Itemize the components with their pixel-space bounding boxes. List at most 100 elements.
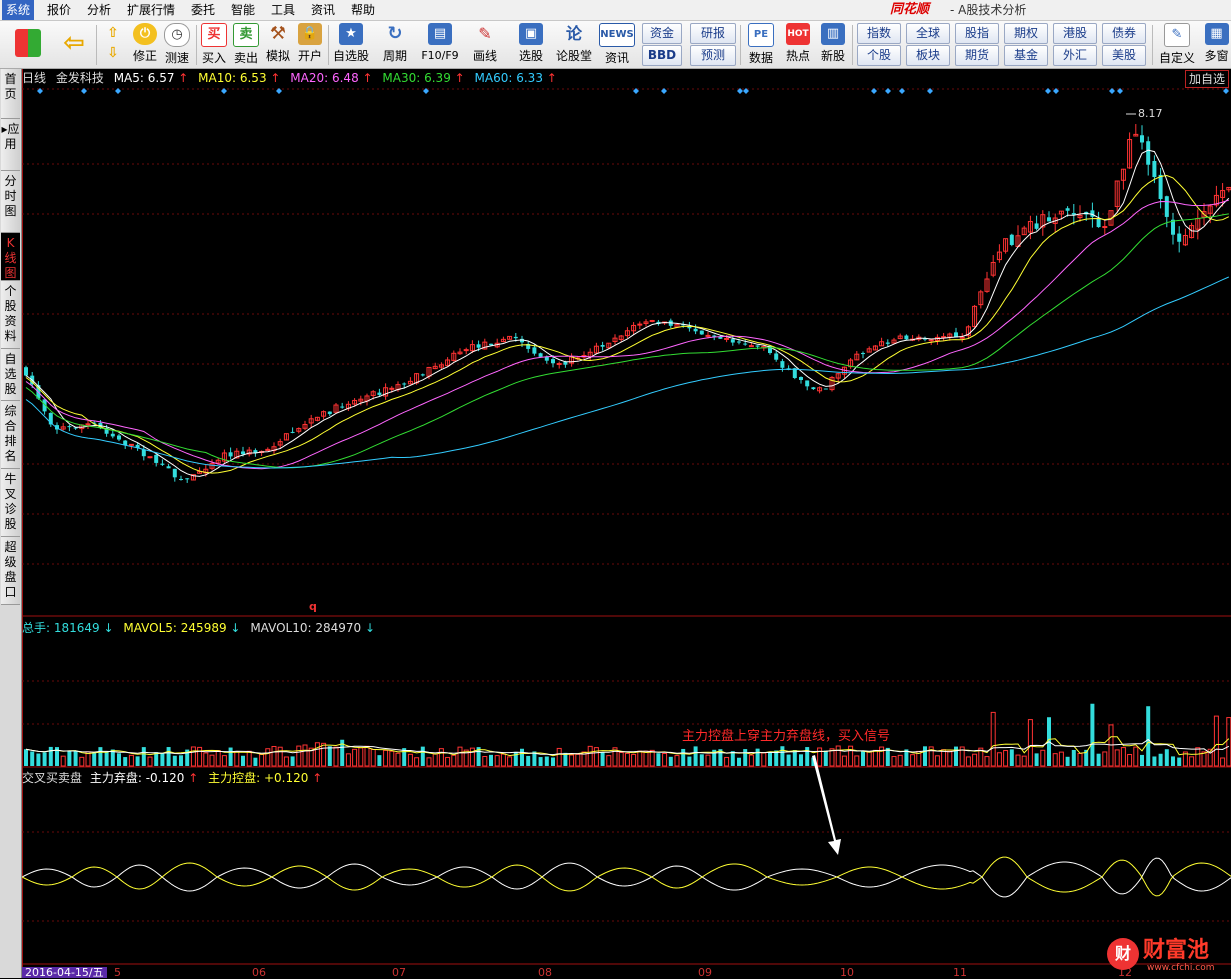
volume-bar-up [321, 742, 327, 767]
volume-bar-down [693, 746, 698, 766]
buy-button[interactable]: 买 买入 [199, 23, 229, 67]
total-volume: 总手: 181649 ↓ [22, 621, 114, 635]
simulate-button[interactable]: ⚒ 模拟 [263, 23, 293, 67]
fix-button[interactable]: ⏻ 修正 [130, 23, 160, 67]
menu-quote[interactable]: 报价 [43, 0, 75, 20]
multi-window-button[interactable]: ▦ 多窗 [1202, 23, 1231, 67]
index-button[interactable]: 指数 [857, 23, 901, 44]
menu-extended-market[interactable]: 扩展行情 [123, 0, 179, 20]
stock-picker-button[interactable]: ▣ 选股 [510, 23, 552, 67]
volume-bar-up [221, 755, 227, 767]
capital-button[interactable]: 资金 [642, 23, 682, 44]
candle-body-down [1096, 218, 1101, 228]
tab-home[interactable]: 首页 [1, 69, 20, 119]
f10-button[interactable]: ▤ F10/F9 [418, 23, 462, 67]
watchlist-button[interactable]: ★ 自选股 [331, 23, 371, 67]
kline-chart-canvas[interactable] [22, 69, 1231, 978]
layout-button[interactable] [8, 23, 48, 67]
candle-body-down [811, 387, 816, 390]
options-button[interactable]: 期权 [1004, 23, 1048, 44]
tab-kline[interactable]: K线图 [1, 233, 20, 281]
candle-body-down [1034, 223, 1039, 229]
tab-diagnosis[interactable]: 牛叉诊股 [1, 469, 20, 537]
volume-bar-up [438, 748, 444, 767]
menu-help[interactable]: 帮助 [347, 0, 379, 20]
volume-bar-down [36, 753, 41, 766]
menu-system[interactable]: 系统 [2, 0, 35, 20]
volume-header: 总手: 181649 ↓ MAVOL5: 245989 ↓ MAVOL10: 2… [22, 620, 381, 636]
volume-bar-up [283, 756, 289, 767]
draw-line-button[interactable]: ✎ 画线 [466, 23, 504, 67]
forum-button[interactable]: 论 论股堂 [554, 23, 594, 67]
hotspot-button[interactable]: HOT 热点 [781, 23, 815, 67]
pencil-icon: ✎ [478, 24, 492, 43]
multi-window-icon: ▦ [1204, 23, 1229, 45]
forecast-button[interactable]: 预测 [690, 45, 736, 66]
customize-button[interactable]: ✎ 自定义 [1156, 23, 1198, 67]
open-account-button[interactable]: 🔒 开户 [295, 23, 325, 67]
candle-body-down [823, 388, 828, 390]
candle-body-down [600, 344, 605, 347]
back-button[interactable]: ⇦ [56, 23, 92, 67]
add-to-watchlist-button[interactable]: 加自选 [1184, 70, 1229, 88]
menu-analysis[interactable]: 分析 [83, 0, 115, 20]
volume-bar-up [215, 750, 221, 767]
speed-test-button[interactable]: ◷ 测速 [162, 23, 192, 67]
menu-news[interactable]: 资讯 [307, 0, 339, 20]
global-button[interactable]: 全球 [906, 23, 950, 44]
tab-super-quote[interactable]: 超级盘口 [1, 537, 20, 605]
bond-button[interactable]: 债券 [1102, 23, 1146, 44]
new-stock-button[interactable]: ▥ 新股 [816, 23, 850, 67]
news-button[interactable]: NEWS 资讯 [598, 23, 636, 67]
tab-apps[interactable]: ▸应用 [1, 119, 20, 171]
research-button[interactable]: 研报 [690, 23, 736, 44]
menu-tools[interactable]: 工具 [267, 0, 299, 20]
candle-body-up [85, 423, 91, 426]
sector-button[interactable]: 板块 [906, 45, 950, 66]
chart-area[interactable]: 日线 金发科技 MA5: 6.57 ↑ MA10: 6.53 ↑ MA20: 6… [22, 69, 1231, 978]
volume-bar-down [42, 752, 47, 766]
volume-bar-up [947, 750, 953, 767]
candle-body-down [67, 426, 72, 428]
tab-stock-profile[interactable]: 个股资料 [1, 281, 20, 349]
candle-body-down [1152, 160, 1157, 178]
tab-watchlist[interactable]: 自选股 [1, 349, 20, 401]
candle-body-down [737, 341, 741, 343]
signal-diamond-marker [885, 88, 891, 94]
forex-button[interactable]: 外汇 [1053, 45, 1097, 66]
ma60-value: MA60: 6.33 ↑ [474, 71, 557, 85]
candle-body-down [799, 376, 803, 381]
fund-button[interactable]: 基金 [1004, 45, 1048, 66]
star-icon: ★ [339, 23, 363, 45]
volume-bar-up [637, 750, 643, 767]
tab-intraday[interactable]: 分时图 [1, 171, 20, 233]
volume-bar-up [302, 744, 308, 767]
volume-bar-down [241, 755, 245, 766]
hk-stock-button[interactable]: 港股 [1053, 23, 1097, 44]
candle-body-down [904, 335, 909, 340]
us-stock-button[interactable]: 美股 [1102, 45, 1146, 66]
customize-icon: ✎ [1164, 23, 1190, 47]
ma30-line [25, 213, 1229, 469]
watermark-logo-icon: 财 [1107, 938, 1139, 970]
stock-index-button[interactable]: 股指 [955, 23, 999, 44]
candle-body-up [959, 336, 965, 339]
sell-button[interactable]: 卖 卖出 [231, 23, 261, 67]
volume-bar-up [203, 752, 209, 767]
volume-bar-up [996, 752, 1002, 767]
volume-bar-up [1114, 749, 1120, 767]
forum-icon: 论 [565, 24, 582, 43]
tab-ranking[interactable]: 综合排名 [1, 401, 20, 469]
menu-smart[interactable]: 智能 [227, 0, 259, 20]
data-button[interactable]: PE 数据 [744, 23, 778, 67]
bbd-button[interactable]: BBD [642, 45, 682, 66]
futures-button[interactable]: 期货 [955, 45, 999, 66]
candle-body-down [402, 383, 407, 385]
up-down-button[interactable]: ⇧ ⇩ [100, 23, 126, 67]
candle-body-down [1164, 196, 1169, 217]
candle-body-down [551, 359, 555, 364]
period-button[interactable]: ↻ 周期 [375, 23, 415, 67]
volume-bar-up [271, 745, 277, 767]
menu-entrust[interactable]: 委托 [187, 0, 219, 20]
single-stock-button[interactable]: 个股 [857, 45, 901, 66]
